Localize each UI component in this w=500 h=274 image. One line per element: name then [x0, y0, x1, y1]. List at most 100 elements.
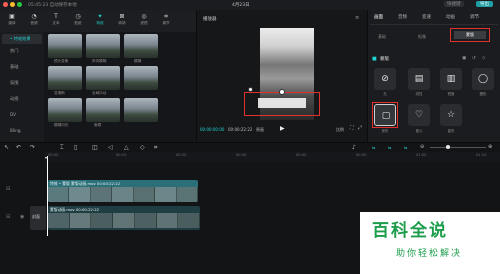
keyframe-icon[interactable]: ◇	[482, 56, 485, 61]
zoom-slider-handle[interactable]	[446, 145, 450, 149]
effect-mask-clip[interactable]: 特效 • 蒙版 蒙版动画.mov 00:00:22:22	[48, 180, 198, 202]
menu-icon[interactable]: ≡	[355, 15, 359, 21]
effect-thumbnail[interactable]	[86, 98, 120, 122]
link-toggle[interactable]: ⇆	[372, 145, 375, 150]
ratio-select[interactable]: 比例	[336, 127, 344, 133]
playhead-icon[interactable]: ▾	[45, 155, 47, 160]
effect-thumbnail[interactable]	[124, 66, 158, 90]
mask-rotate-handle[interactable]	[248, 87, 253, 92]
effect-thumbnail[interactable]	[48, 34, 82, 58]
ruler-tick: 00:10	[116, 153, 127, 157]
autosave-info: 05:45:23 自动保存本地	[28, 2, 77, 8]
split-icon[interactable]: ⌶	[60, 144, 64, 152]
effects-category-sidebar: • 特效效果 热门 基础 氛围 动感 DV Bling	[0, 32, 44, 142]
export-button[interactable]: 导出	[476, 1, 493, 7]
fit-icon[interactable]: ⛶	[350, 125, 354, 131]
effect-thumbnail[interactable]	[124, 98, 158, 122]
zoom-in-icon[interactable]: ⊕	[488, 144, 492, 150]
mask-label: 圆形	[479, 92, 487, 96]
mask-linear[interactable]: ▤	[408, 68, 430, 90]
sidebar-item-effects[interactable]: • 特效效果	[2, 34, 42, 44]
minimize-window-button[interactable]	[10, 2, 15, 7]
mask-rectangle[interactable]: ▢	[374, 104, 396, 126]
cover-button[interactable]: 封面	[30, 206, 46, 230]
zoom-slider[interactable]	[430, 147, 486, 148]
mask-center-handle[interactable]	[279, 89, 285, 95]
subtab-basic[interactable]: 基础	[378, 34, 386, 40]
ruler-tick: 00:00	[48, 153, 59, 157]
mask-none[interactable]: ⊘	[374, 68, 396, 90]
subtab-mask[interactable]: 蒙版	[454, 31, 486, 39]
close-window-button[interactable]	[3, 2, 8, 7]
timeline-ruler[interactable]	[44, 152, 500, 162]
tool-sticker[interactable]: ◷ 贴纸	[68, 12, 88, 30]
window-title: 4月23日	[232, 2, 250, 8]
tool-media[interactable]: ▣ 媒体	[2, 12, 22, 30]
tab-adjust[interactable]: 调节	[470, 14, 479, 20]
mask-star[interactable]: ☆	[440, 104, 462, 126]
tab-animation[interactable]: 动画	[446, 14, 455, 20]
checkbox-icon[interactable]: ■	[372, 56, 377, 62]
sidebar-item-atmosphere[interactable]: 氛围	[2, 78, 42, 88]
tab-speed[interactable]: 变速	[422, 14, 431, 20]
mask-mirror[interactable]: ▥	[440, 68, 462, 90]
quality-select[interactable]: 原画	[256, 127, 264, 133]
tab-audio[interactable]: 音频	[398, 14, 407, 20]
mask-circle[interactable]: ◯	[472, 68, 494, 90]
rectangle-mask-area[interactable]	[258, 98, 306, 108]
mask-heart[interactable]: ♡	[408, 104, 430, 126]
freeze-icon[interactable]: ◫	[92, 144, 98, 151]
ruler-tick: 00:20	[176, 153, 187, 157]
ruler-tick: 00:50	[356, 153, 367, 157]
select-tool-icon[interactable]: ↖	[4, 144, 9, 151]
invert-icon[interactable]: ▣	[462, 56, 466, 61]
track-lock-icon[interactable]: ⊟	[6, 214, 10, 220]
tool-effects[interactable]: ✦ 特效	[90, 12, 110, 30]
sidebar-item-dynamic[interactable]: 动感	[2, 94, 42, 104]
track-visibility-icon[interactable]: ◉	[20, 214, 24, 220]
delete-icon[interactable]: ▯	[74, 144, 77, 151]
tool-transition[interactable]: ⊠ 转场	[112, 12, 132, 30]
maximize-window-button[interactable]	[17, 2, 22, 7]
clip-label: 蒙版动画.mov 00:00:22:22	[50, 207, 100, 212]
play-icon[interactable]: ▶	[280, 125, 285, 132]
tool-audio[interactable]: ◔ 音频	[24, 12, 44, 30]
shortcut-button[interactable]: 快捷键	[444, 1, 464, 7]
watermark-title: 百科全说	[372, 221, 448, 241]
zoom-out-icon[interactable]: ⊖	[420, 144, 424, 150]
redo-icon[interactable]: ↷	[30, 144, 35, 151]
crop-icon[interactable]: ⌗	[154, 144, 157, 152]
tool-adjust[interactable]: ≑ 调节	[156, 12, 176, 30]
tab-picture[interactable]: 画面	[374, 14, 383, 20]
effect-thumbnail[interactable]	[124, 34, 158, 58]
tool-filter[interactable]: ◎ 滤镜	[134, 12, 154, 30]
tool-text[interactable]: T 文本	[46, 12, 66, 30]
track-lock-icon[interactable]: ⊟	[6, 186, 10, 192]
undo-icon[interactable]: ↶	[16, 144, 21, 151]
snap-toggle[interactable]: ⇆	[388, 145, 391, 150]
clip-label: 特效 • 蒙版 蒙版动画.mov 00:00:22:22	[50, 181, 121, 186]
clip-filmstrip	[48, 187, 198, 202]
effect-thumbnail[interactable]	[86, 66, 120, 90]
fullscreen-icon[interactable]: ⤢	[358, 125, 362, 131]
sidebar-item-basic[interactable]: 基础	[2, 62, 42, 72]
effects-icon: ✦	[97, 13, 103, 20]
media-toolbar: ▣ 媒体 ◔ 音频 T 文本 ◷ 贴纸 ✦ 特效 ⊠ 转场 ◎ 滤镜 ≑ 调节	[0, 10, 196, 32]
effect-label: 模糊闪光	[54, 123, 69, 127]
effect-thumbnail[interactable]	[48, 66, 82, 90]
sidebar-item-hot[interactable]: 热门	[2, 46, 42, 56]
preview-axis-toggle[interactable]: ⇆	[404, 145, 407, 150]
media-icon: ▣	[9, 13, 15, 20]
sticker-icon: ◷	[75, 13, 81, 20]
reverse-icon[interactable]: ◁	[108, 144, 113, 151]
effect-thumbnail[interactable]	[86, 34, 120, 58]
effect-thumbnail[interactable]	[48, 98, 82, 122]
mirror-icon[interactable]: △	[124, 144, 129, 151]
sidebar-item-dv[interactable]: DV	[2, 110, 42, 120]
microphone-icon[interactable]: ♪	[352, 144, 356, 151]
rotate-icon[interactable]: ◇	[140, 144, 145, 151]
sidebar-item-bling[interactable]: Bling	[2, 126, 42, 136]
reset-icon[interactable]: ↺	[472, 56, 476, 61]
subtab-keying[interactable]: 抠像	[418, 34, 426, 40]
main-video-clip[interactable]: 蒙版动画.mov 00:00:22:22	[48, 206, 200, 230]
